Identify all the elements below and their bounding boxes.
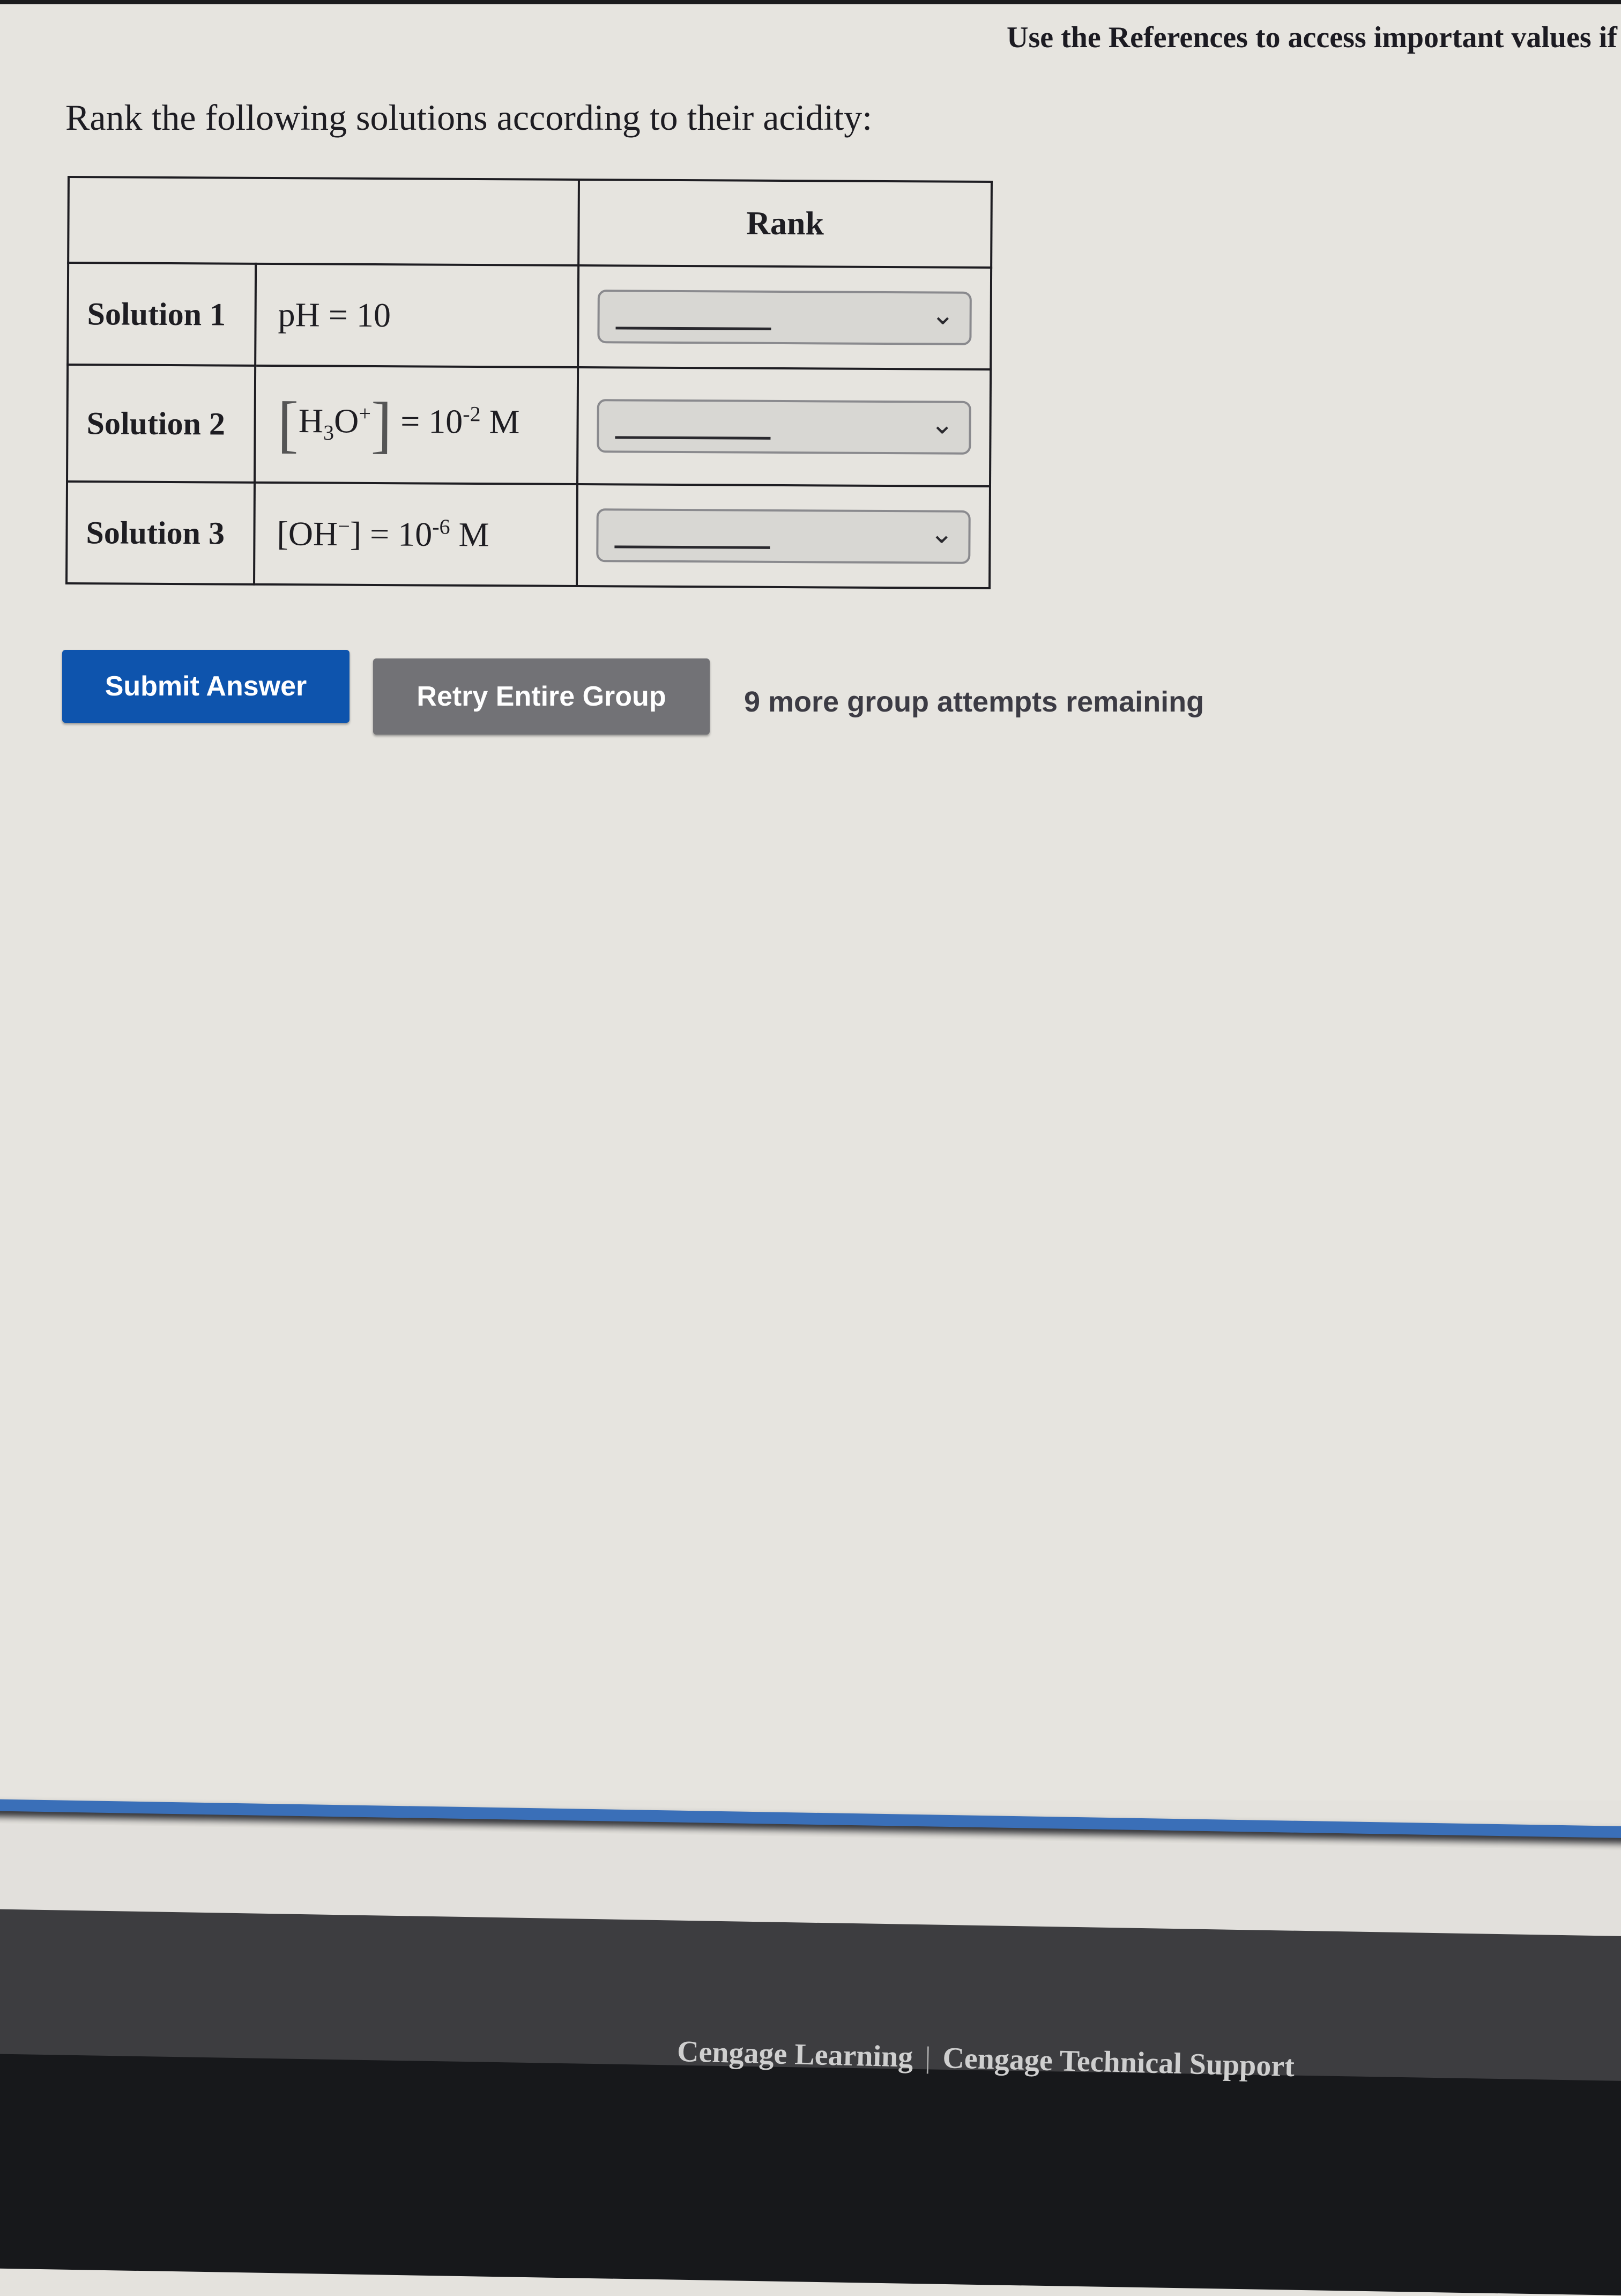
species-subscript: 3 [323, 420, 334, 445]
equals-value: = 10 [369, 515, 433, 554]
rank-select-solution-1[interactable]: ⌄ [597, 290, 972, 345]
chevron-down-icon[interactable]: ⌄ [930, 517, 954, 550]
solution-label: Solution 1 [68, 263, 256, 366]
footer-bottom-bezel [0, 2054, 1621, 2296]
cengage-learning-link[interactable]: Cengage Learning [676, 2035, 913, 2074]
blank-placeholder [615, 436, 771, 440]
header-blank-cell [68, 177, 579, 265]
rank-cell: ⌄ [577, 367, 991, 487]
footer-separator: | [924, 2041, 932, 2075]
solution-label: Solution 2 [67, 365, 256, 483]
species-h: H [298, 401, 324, 440]
charge: − [338, 514, 351, 539]
species-oh: OH [288, 514, 338, 553]
blank-placeholder [615, 327, 771, 330]
rank-select-solution-2[interactable]: ⌄ [597, 399, 971, 455]
table-row: Solution 1 pH = 10 ⌄ [68, 263, 992, 370]
solution-formula: [OH−] = 10-6 M [254, 482, 578, 586]
table-header-row: Rank [68, 177, 992, 268]
rank-select-solution-3[interactable]: ⌄ [596, 508, 971, 564]
rank-cell: ⌄ [578, 265, 992, 370]
retry-entire-group-button[interactable]: Retry Entire Group [373, 658, 710, 735]
exponent: -6 [432, 514, 450, 539]
species-o: O [333, 402, 359, 440]
chevron-down-icon[interactable]: ⌄ [931, 408, 954, 440]
solution-formula: pH = 10 [255, 263, 579, 367]
table-row: Solution 2 [H3O+] = 10-2 M ⌄ [67, 365, 991, 487]
top-bezel [0, 0, 1621, 4]
unit: M [489, 402, 520, 441]
ranking-table: Rank Solution 1 pH = 10 ⌄ Solution 2 [H3… [65, 176, 993, 589]
solution-formula: [H3O+] = 10-2 M [255, 365, 578, 484]
right-bracket: ] [370, 389, 392, 460]
submit-answer-button[interactable]: Submit Answer [62, 650, 350, 723]
solution-label: Solution 3 [66, 482, 255, 584]
blank-placeholder [614, 545, 770, 549]
unit: M [458, 515, 489, 554]
references-notice: Use the References to access important v… [1007, 21, 1617, 54]
left-bracket: [ [277, 389, 299, 460]
equals-value: = 10 [400, 402, 463, 441]
attempts-remaining: 9 more group attempts remaining [744, 686, 1204, 718]
exponent: -2 [463, 402, 481, 426]
chevron-down-icon[interactable]: ⌄ [931, 299, 955, 331]
left-bracket: [ [277, 514, 289, 553]
right-bracket: ] [350, 515, 362, 553]
question-prompt: Rank the following solutions according t… [65, 97, 873, 138]
table-row: Solution 3 [OH−] = 10-6 M ⌄ [66, 482, 990, 589]
rank-column-header: Rank [578, 179, 992, 268]
rank-cell: ⌄ [577, 484, 990, 589]
charge: + [359, 401, 371, 426]
formula-text: pH = 10 [278, 295, 391, 335]
